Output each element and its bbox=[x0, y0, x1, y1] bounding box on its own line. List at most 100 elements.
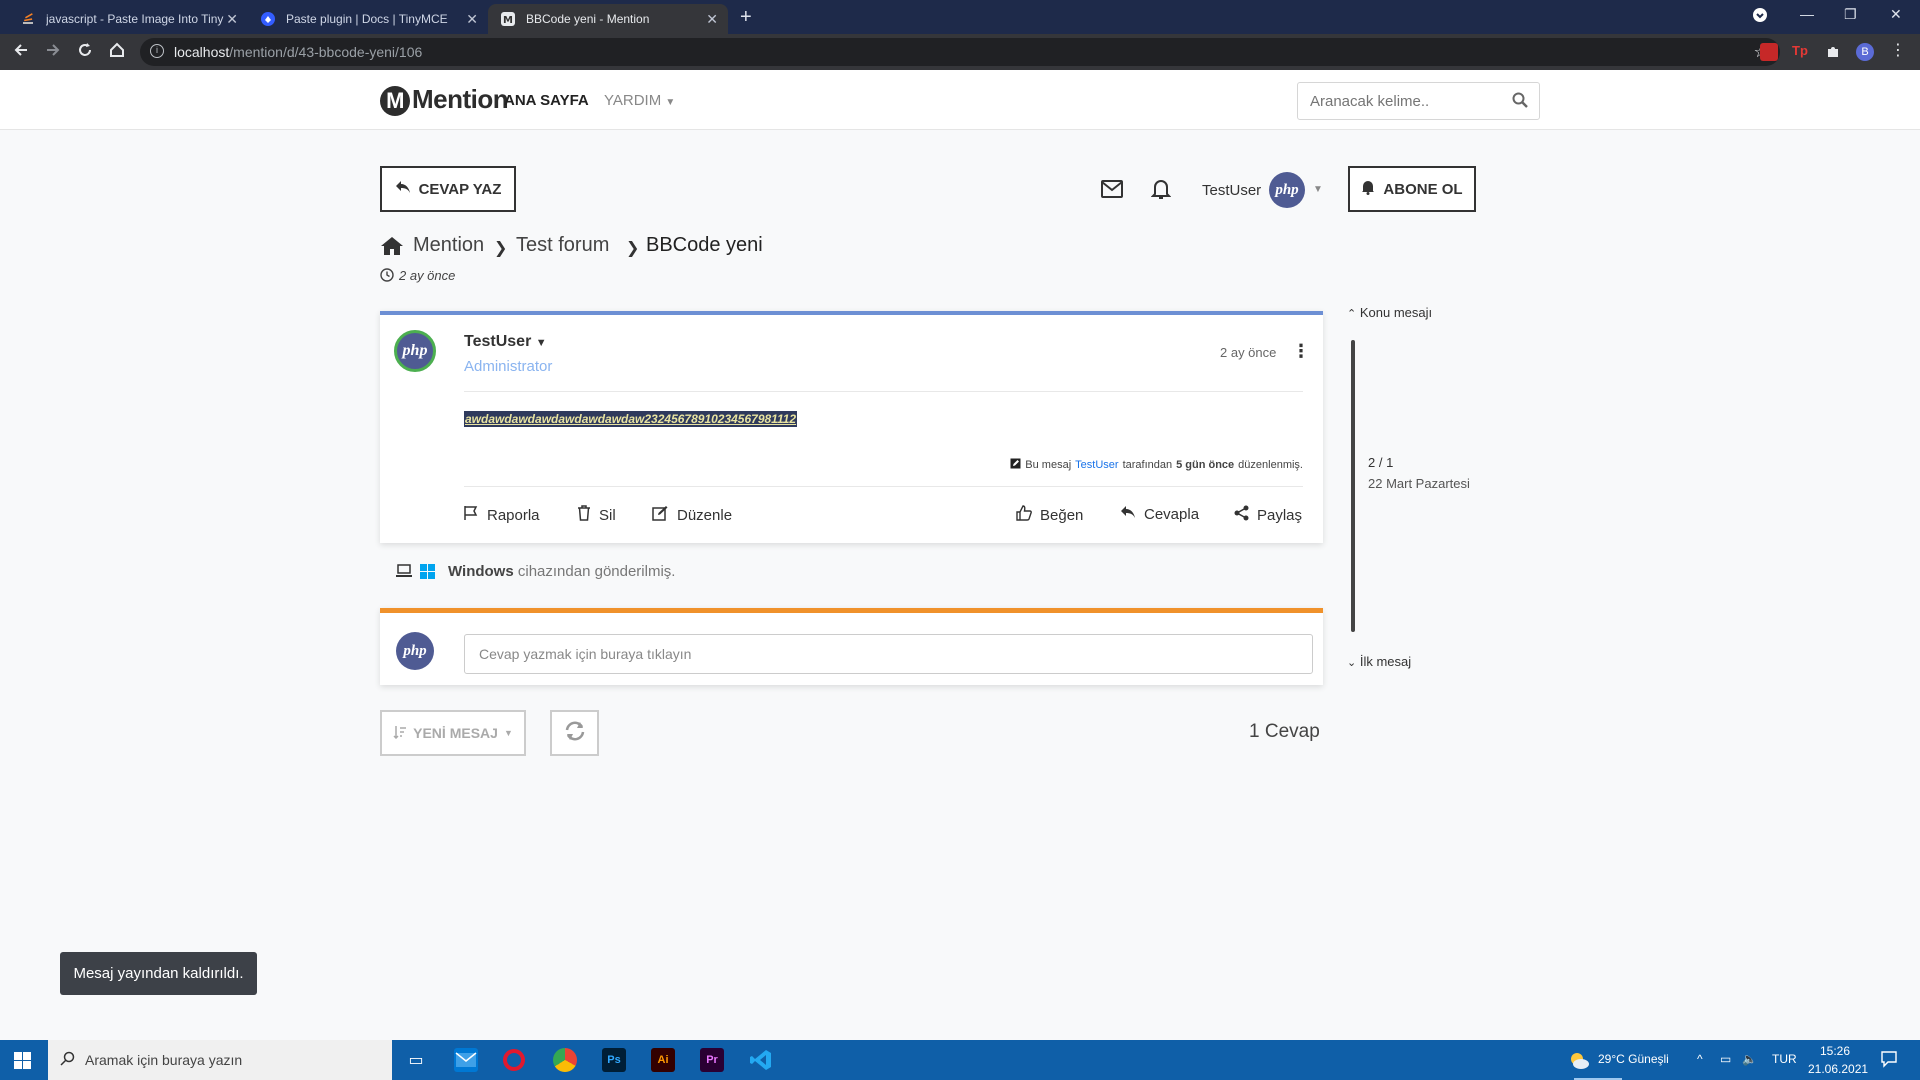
search-icon[interactable] bbox=[1511, 91, 1529, 109]
clock-icon bbox=[380, 268, 394, 287]
profile-avatar[interactable]: B bbox=[1856, 43, 1874, 61]
edit-icon bbox=[652, 505, 669, 525]
notification-center-icon[interactable] bbox=[1880, 1050, 1898, 1071]
minimize-icon[interactable]: — bbox=[1800, 6, 1814, 22]
back-arrow-icon[interactable] bbox=[12, 41, 30, 64]
browser-menu-icon[interactable]: ⋮ bbox=[1890, 43, 1908, 61]
tab-title: javascript - Paste Image Into Tiny bbox=[46, 12, 224, 26]
close-icon[interactable]: ✕ bbox=[706, 11, 718, 28]
browser-tab[interactable]: Paste plugin | Docs | TinyMCE ✕ bbox=[248, 4, 488, 34]
bell-icon bbox=[1361, 179, 1375, 199]
post-author-name[interactable]: TestUser ▼ bbox=[464, 333, 547, 351]
laptop-icon bbox=[396, 564, 412, 583]
subscribe-button[interactable]: ABONE OL bbox=[1348, 166, 1476, 212]
breadcrumb-item[interactable]: Test forum bbox=[516, 234, 609, 257]
timeline-position: 2 / 1 bbox=[1368, 455, 1394, 470]
mail-app-icon[interactable] bbox=[454, 1048, 478, 1072]
close-icon[interactable]: ✕ bbox=[466, 11, 478, 28]
reload-icon[interactable] bbox=[76, 41, 94, 64]
browser-tab[interactable]: javascript - Paste Image Into Tiny ✕ bbox=[8, 4, 248, 34]
clock-time[interactable]: 15:26 bbox=[1820, 1044, 1850, 1058]
vscode-app-icon[interactable] bbox=[749, 1048, 773, 1072]
reply-placeholder: Cevap yazmak için buraya tıklayın bbox=[479, 646, 692, 662]
home-icon[interactable] bbox=[108, 41, 126, 64]
chrome-browser-icon[interactable] bbox=[553, 1048, 577, 1072]
messages-envelope-icon[interactable] bbox=[1101, 180, 1123, 203]
user-avatar[interactable]: php bbox=[1269, 172, 1305, 208]
trash-icon bbox=[577, 505, 591, 525]
tray-chevron-up-icon[interactable]: ^ bbox=[1697, 1052, 1703, 1066]
double-chevron-up-icon: ⌃ bbox=[1347, 308, 1357, 320]
weather-text[interactable]: 29°C Güneşli bbox=[1598, 1052, 1669, 1066]
extensions-puzzle-icon[interactable] bbox=[1824, 43, 1842, 61]
home-icon[interactable] bbox=[380, 236, 404, 261]
nav-help-dropdown[interactable]: YARDIM ▼ bbox=[604, 92, 675, 109]
photoshop-app-icon[interactable]: Ps bbox=[602, 1048, 626, 1072]
restore-icon[interactable]: ❐ bbox=[1844, 6, 1857, 23]
caret-down-icon: ▼ bbox=[535, 337, 547, 349]
edit-pencil-square-icon bbox=[1010, 458, 1021, 472]
tinymce-icon bbox=[260, 11, 276, 27]
new-tab-plus-icon[interactable]: + bbox=[740, 6, 752, 29]
share-button[interactable]: Paylaş bbox=[1234, 505, 1302, 525]
reply-button[interactable]: CEVAP YAZ bbox=[380, 166, 516, 212]
site-header: M Mention ANA SAYFA YARDIM ▼ bbox=[0, 70, 1920, 130]
opera-browser-icon[interactable] bbox=[503, 1049, 525, 1071]
like-button[interactable]: Beğen bbox=[1016, 505, 1083, 525]
profile-sync-icon[interactable] bbox=[1752, 7, 1768, 26]
topic-time: 2 ay önce bbox=[399, 268, 456, 283]
breadcrumb-item[interactable]: Mention bbox=[413, 234, 484, 257]
breadcrumb-current: BBCode yeni bbox=[646, 234, 763, 256]
edit-button[interactable]: Düzenle bbox=[652, 505, 732, 525]
url-text: localhost/mention/d/43-bbcode-yeni/106 bbox=[174, 44, 423, 60]
search-input[interactable] bbox=[1310, 93, 1500, 110]
task-view-icon[interactable]: ▭ bbox=[404, 1048, 428, 1072]
timeline-bottom-link[interactable]: ⌄ İlk mesaj bbox=[1347, 654, 1411, 669]
search-box[interactable] bbox=[1297, 82, 1540, 120]
edit-user-link[interactable]: TestUser bbox=[1075, 459, 1118, 471]
timeline-scrollbar[interactable] bbox=[1351, 340, 1355, 632]
device-info: Windows cihazından gönderilmiş. bbox=[448, 563, 676, 580]
extension-tp-icon[interactable]: Tp bbox=[1792, 43, 1810, 61]
user-menu-name[interactable]: TestUser bbox=[1202, 182, 1261, 199]
site-logo[interactable]: M Mention bbox=[380, 84, 509, 116]
new-message-dropdown-button[interactable]: YENİ MESAJ ▼ bbox=[380, 710, 526, 756]
timeline-top-link[interactable]: ⌃ Konu mesajı bbox=[1347, 305, 1432, 320]
volume-icon[interactable]: 🔈 bbox=[1742, 1052, 1757, 1066]
post-divider bbox=[464, 486, 1303, 487]
share-icon bbox=[1234, 505, 1249, 525]
input-language[interactable]: TUR bbox=[1772, 1052, 1797, 1066]
nav-home-link[interactable]: ANA SAYFA bbox=[504, 92, 589, 109]
window-close-icon[interactable]: ✕ bbox=[1890, 6, 1902, 23]
browser-tab-active[interactable]: M BBCode yeni - Mention ✕ bbox=[488, 4, 728, 34]
refresh-button[interactable] bbox=[550, 710, 599, 756]
premiere-app-icon[interactable]: Pr bbox=[700, 1048, 724, 1072]
forward-arrow-icon[interactable] bbox=[44, 41, 62, 64]
notifications-bell-icon[interactable] bbox=[1150, 178, 1172, 205]
chevron-right-icon: ❯ bbox=[494, 240, 508, 257]
caret-down-icon[interactable]: ▼ bbox=[1313, 184, 1323, 195]
windows-logo-icon bbox=[420, 564, 435, 584]
post-options-kebab-icon[interactable]: ⋮ bbox=[1292, 341, 1310, 362]
windows-start-icon[interactable] bbox=[14, 1052, 31, 1074]
delete-button[interactable]: Sil bbox=[577, 505, 616, 525]
extension-lastpass-icon[interactable] bbox=[1760, 43, 1778, 61]
browser-tab-strip: javascript - Paste Image Into Tiny ✕ Pas… bbox=[0, 0, 1920, 34]
site-info-icon[interactable]: i bbox=[150, 44, 164, 58]
illustrator-app-icon[interactable]: Ai bbox=[651, 1048, 675, 1072]
address-bar[interactable]: i localhost/mention/d/43-bbcode-yeni/106… bbox=[140, 38, 1780, 66]
svg-text:M: M bbox=[503, 15, 513, 26]
reply-post-button[interactable]: Cevapla bbox=[1120, 505, 1199, 523]
report-button[interactable]: Raporla bbox=[463, 505, 540, 525]
taskbar-search[interactable]: Aramak için buraya yazın bbox=[48, 1040, 392, 1080]
post-author-role: Administrator bbox=[464, 358, 553, 375]
reply-input[interactable]: Cevap yazmak için buraya tıklayın bbox=[464, 634, 1313, 674]
network-icon[interactable]: ▭ bbox=[1720, 1052, 1731, 1066]
clock-date[interactable]: 21.06.2021 bbox=[1808, 1062, 1868, 1076]
toast-notification: Mesaj yayından kaldırıldı. bbox=[60, 952, 257, 995]
weather-sun-icon[interactable] bbox=[1568, 1050, 1590, 1073]
close-icon[interactable]: ✕ bbox=[226, 11, 238, 28]
double-chevron-down-icon: ⌄ bbox=[1347, 657, 1357, 669]
post-author-avatar[interactable]: php bbox=[394, 330, 436, 372]
edit-note: Bu mesaj TestUser tarafından 5 gün önce … bbox=[1010, 458, 1303, 472]
